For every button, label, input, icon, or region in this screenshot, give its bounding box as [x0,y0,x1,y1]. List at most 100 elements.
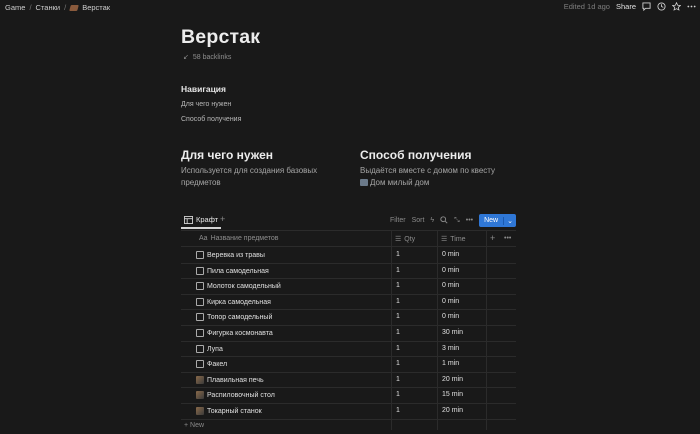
cell-name[interactable]: Плавильная печь [196,375,264,384]
obtain-text: Выдаётся вместе с домом по квесту Дом ми… [360,165,530,189]
item-name: Пила самодельная [207,267,269,275]
table-row[interactable]: Плавильная печь 1 20 min [181,372,516,389]
cell-name[interactable]: Токарный станок [196,407,262,415]
page-title[interactable]: Верстак [181,26,260,49]
table-row[interactable]: Факел 1 1 min [181,356,516,373]
cell-name[interactable]: Факел [196,360,227,369]
more-options-icon[interactable]: ••• [466,217,473,224]
page-icon [196,251,204,259]
table-row[interactable]: Топор самодельный 1 0 min [181,309,516,326]
page-icon [196,329,204,337]
breadcrumb-current[interactable]: Верстак [82,3,110,12]
table-row[interactable]: Веревка из травы 1 0 min [181,247,516,264]
item-image-icon [196,391,204,400]
page-icon [196,297,204,306]
cell-qty[interactable]: 1 [396,407,400,414]
item-name: Веревка из травы [207,252,265,259]
chevron-down-icon[interactable]: ⌄ [503,216,516,225]
filter-button[interactable]: Filter [390,217,406,224]
more-icon[interactable] [687,2,696,11]
column-header-time[interactable]: ☰ Time [441,235,466,244]
automation-icon[interactable]: ϟ [430,217,434,224]
cell-qty[interactable]: 1 [396,298,400,305]
new-button[interactable]: New ⌄ [479,214,516,227]
obtain-link[interactable]: Дом милый дом [360,177,530,189]
cell-time[interactable]: 20 min [442,407,463,414]
cell-qty[interactable]: 1 [396,267,400,274]
item-image-icon [196,407,204,415]
cell-time[interactable]: 0 min [442,282,459,289]
table-row[interactable]: Токарный станок 1 20 min [181,403,516,420]
cell-time[interactable]: 15 min [442,391,463,398]
cell-qty[interactable]: 1 [396,360,400,367]
column-header-label: Time [450,235,466,243]
table-row[interactable]: Фигурка космонавта 1 30 min [181,325,516,342]
cell-qty[interactable]: 1 [396,391,400,398]
sort-button[interactable]: Sort [412,217,425,224]
page-icon [196,266,204,275]
workbench-icon [69,4,79,11]
cell-time[interactable]: 20 min [442,376,463,383]
cell-qty[interactable]: 1 [396,376,400,383]
cell-name[interactable]: Веревка из травы [196,251,265,259]
cell-time[interactable]: 1 min [442,360,459,367]
text-property-icon: Aa [199,235,208,242]
expand-icon[interactable]: ⤡ [454,217,460,225]
obtain-link-label: Дом милый дом [370,178,430,187]
table-row[interactable]: Кирка самодельная 1 0 min [181,294,516,311]
tab-kraft[interactable]: Крафт [184,215,218,224]
share-button[interactable]: Share [616,2,636,11]
cell-name[interactable]: Кирка самодельная [196,297,271,306]
cell-time[interactable]: 3 min [442,345,459,352]
cell-time[interactable]: 0 min [442,313,459,320]
breadcrumb: Game / Станки / Верстак [5,3,110,12]
column-header-name[interactable]: Aa Название предметов [199,235,279,242]
cell-qty[interactable]: 1 [396,282,400,289]
database-view-bar: Крафт + Filter Sort ϟ ⤡ ••• New ⌄ [181,214,516,229]
backlinks-count: 58 backlinks [192,53,232,61]
cell-name[interactable]: Молоток самодельный [196,282,281,291]
breadcrumb-game[interactable]: Game [5,3,25,12]
table-row[interactable]: Молоток самодельный 1 0 min [181,278,516,295]
add-property-icon[interactable]: + [490,233,495,243]
nav-link-obtain[interactable]: Способ получения [181,116,241,123]
number-property-icon: ☰ [441,236,448,243]
add-row-button[interactable]: + New [184,422,204,429]
cell-qty[interactable]: 1 [396,329,400,336]
table-icon [184,215,193,224]
cell-time[interactable]: 0 min [442,298,459,305]
item-name: Лупа [207,345,223,353]
tab-active-indicator [181,227,221,229]
breadcrumb-separator: / [29,3,32,12]
cell-qty[interactable]: 1 [396,313,400,320]
cell-time[interactable]: 0 min [442,267,459,274]
table-row[interactable]: Распиловочный стол 1 15 min [181,387,516,404]
star-icon[interactable] [672,2,681,11]
column-header-qty[interactable]: ☰ Qty [395,235,415,244]
cell-name[interactable]: Распиловочный стол [196,391,275,400]
add-view-icon[interactable]: + [220,214,225,224]
page-icon [196,313,204,322]
search-icon[interactable] [440,215,448,226]
breadcrumb-stanki[interactable]: Станки [36,3,61,12]
page-icon [196,282,204,291]
cell-name[interactable]: Пила самодельная [196,266,269,275]
history-icon[interactable] [657,2,666,11]
cell-time[interactable]: 30 min [442,329,463,336]
table-row[interactable]: Лупа 1 3 min [181,341,516,358]
backlinks[interactable]: ↙ 58 backlinks [183,53,232,62]
cell-time[interactable]: 0 min [442,251,459,258]
nav-link-purpose[interactable]: Для чего нужен [181,101,231,108]
cell-name[interactable]: Фигурка космонавта [196,329,273,337]
edited-status: Edited 1d ago [563,2,610,11]
cell-name[interactable]: Лупа [196,344,223,353]
item-name: Фигурка космонавта [207,330,273,337]
comment-icon[interactable] [642,2,651,11]
breadcrumb-separator: / [64,3,67,12]
item-image-icon [196,375,204,384]
column-more-icon[interactable]: ••• [504,235,511,242]
cell-name[interactable]: Топор самодельный [196,313,272,322]
cell-qty[interactable]: 1 [396,251,400,258]
cell-qty[interactable]: 1 [396,345,400,352]
table-row[interactable]: Пила самодельная 1 0 min [181,263,516,280]
